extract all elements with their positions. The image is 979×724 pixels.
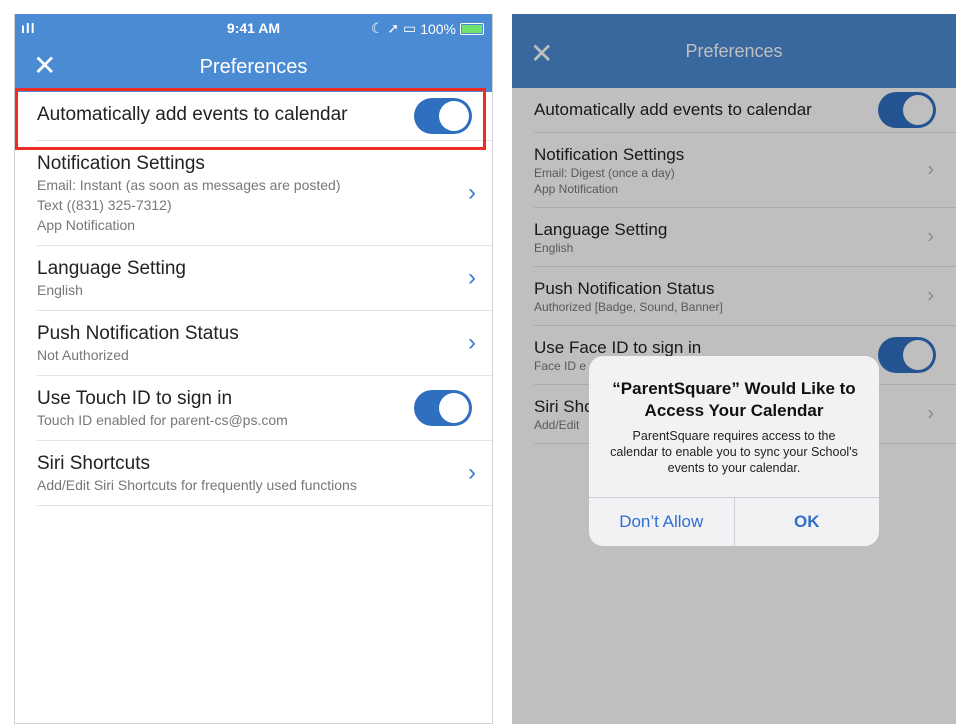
right-screen: ✕ Preferences Automatically add events t… [512,14,956,724]
siri-shortcuts-label: Siri Shortcuts [37,453,150,474]
left-screen: ıll 9:41 AM ☾ ➚ ▭ 100% ✕ Preferences Aut… [14,14,493,724]
touch-id-row[interactable]: Use Touch ID to sign in Touch ID enabled… [37,376,492,441]
calendar-permission-alert: “ParentSquare” Would Like to Access Your… [589,356,879,546]
push-notification-label: Push Notification Status [37,323,239,344]
notification-sub-1: Email: Instant (as soon as messages are … [37,177,341,193]
language-setting-value: English [37,282,83,298]
chevron-right-icon: › [468,264,476,291]
dont-allow-button[interactable]: Don’t Allow [589,498,734,546]
language-setting-row[interactable]: Language Setting English › [37,246,492,311]
auto-add-row-wrapper: Automatically add events to calendar [15,88,492,150]
push-notification-row[interactable]: Push Notification Status Not Authorized … [37,311,492,376]
language-setting-label: Language Setting [37,258,186,279]
chevron-right-icon: › [468,459,476,486]
alert-title: “ParentSquare” Would Like to Access Your… [612,379,856,420]
alert-message: ParentSquare requires access to the cale… [610,429,858,475]
push-notification-value: Not Authorized [37,347,129,363]
status-icons: ☾ ➚ ▭ [370,20,417,36]
auto-add-events-toggle[interactable] [414,98,472,134]
battery-percent: 100% [420,20,456,37]
notification-sub-3: App Notification [37,217,136,233]
siri-shortcuts-row[interactable]: Siri Shortcuts Add/Edit Siri Shortcuts f… [37,441,492,506]
close-icon[interactable]: ✕ [33,52,56,80]
status-bar: ıll 9:41 AM ☾ ➚ ▭ 100% [15,14,492,42]
nav-bar: ✕ Preferences [15,42,492,92]
battery-icon [460,22,484,35]
chevron-right-icon: › [468,329,476,356]
notification-settings-row[interactable]: Notification Settings Email: Instant (as… [37,141,492,246]
auto-add-events-label: Automatically add events to calendar [37,104,348,125]
auto-add-events-row[interactable]: Automatically add events to calendar [37,92,492,141]
siri-shortcuts-value: Add/Edit Siri Shortcuts for frequently u… [37,477,357,493]
notification-settings-label: Notification Settings [37,153,205,174]
page-title: Preferences [199,55,308,78]
notification-sub-2: Text ((831) 325-7312) [37,197,172,213]
touch-id-label: Use Touch ID to sign in [37,388,233,409]
ok-button[interactable]: OK [733,498,880,546]
touch-id-value: Touch ID enabled for parent-cs@ps.com [37,412,288,428]
touch-id-toggle[interactable] [414,390,472,426]
chevron-right-icon: › [468,179,476,206]
